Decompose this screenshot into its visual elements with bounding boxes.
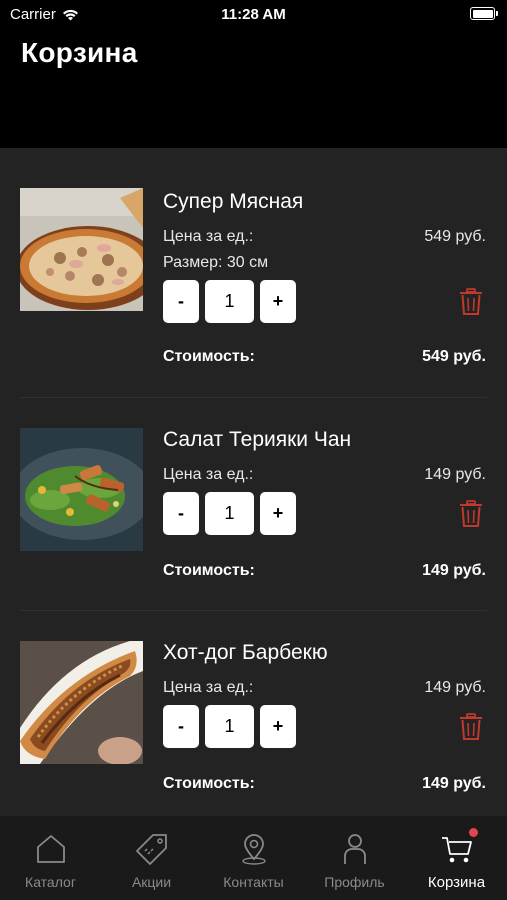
total-value: 549 руб. [422, 348, 486, 365]
tab-label: Акции [131, 874, 172, 890]
cart-list[interactable]: Супер Мясная Цена за ед.: 549 руб. Разме… [0, 148, 507, 816]
unit-price-value: 549 руб. [424, 228, 486, 245]
product-image[interactable] [20, 641, 143, 764]
tab-label: Каталог [25, 874, 76, 890]
delete-item-button[interactable] [459, 288, 483, 316]
total-value: 149 руб. [422, 562, 486, 579]
status-bar: Carrier 11:28 AM [0, 0, 507, 30]
pizza-image [20, 188, 143, 311]
person-icon [338, 832, 372, 866]
tab-promotions[interactable]: Акции [101, 816, 202, 900]
status-time: 11:28 AM [221, 6, 286, 23]
decrease-quantity-button[interactable]: - [163, 492, 199, 535]
delete-item-button[interactable] [459, 500, 483, 528]
decrease-quantity-button[interactable]: - [163, 705, 199, 748]
quantity-value: 1 [205, 280, 254, 323]
decrease-quantity-button[interactable]: - [163, 280, 199, 323]
tab-profile[interactable]: Профиль [304, 816, 405, 900]
increase-quantity-button[interactable]: + [260, 705, 296, 748]
unit-price-value: 149 руб. [424, 466, 486, 483]
home-icon [34, 832, 68, 866]
tab-cart[interactable]: Корзина [406, 816, 507, 900]
quantity-value: 1 [205, 492, 254, 535]
salad-image [20, 428, 143, 551]
total-label: Стоимость: [163, 775, 255, 792]
trash-icon [460, 288, 482, 315]
hotdog-image [20, 641, 143, 764]
tab-catalog[interactable]: Каталог [0, 816, 101, 900]
increase-quantity-button[interactable]: + [260, 280, 296, 323]
battery-icon [470, 7, 498, 20]
cart-item: Хот-дог Барбекю Цена за ед.: 149 руб. - … [0, 611, 507, 816]
size-label: Размер: 30 см [163, 254, 269, 271]
total-label: Стоимость: [163, 562, 255, 579]
trash-icon [460, 713, 482, 740]
product-image[interactable] [20, 428, 143, 551]
header: Корзина [0, 30, 507, 148]
cart-icon [440, 832, 474, 866]
product-name: Супер Мясная [163, 190, 304, 213]
unit-price-value: 149 руб. [424, 679, 486, 696]
page-title: Корзина [21, 37, 138, 68]
total-value: 149 руб. [422, 775, 486, 792]
product-name: Хот-дог Барбекю [163, 641, 328, 664]
unit-price-label: Цена за ед.: [163, 228, 254, 245]
delete-item-button[interactable] [459, 713, 483, 741]
product-image[interactable] [20, 188, 143, 311]
tag-icon [135, 832, 169, 866]
product-name: Салат Терияки Чан [163, 428, 352, 451]
tab-label: Контакты [223, 874, 284, 890]
map-pin-icon [237, 832, 271, 866]
tab-label: Корзина [427, 874, 486, 891]
increase-quantity-button[interactable]: + [260, 492, 296, 535]
cart-item: Салат Терияки Чан Цена за ед.: 149 руб. … [0, 398, 507, 611]
tab-bar: Каталог Акции Контакты Профиль Корзина [0, 816, 507, 900]
cart-badge [469, 828, 478, 837]
tab-label: Профиль [324, 874, 385, 890]
total-label: Стоимость: [163, 348, 255, 365]
unit-price-label: Цена за ед.: [163, 679, 254, 696]
tab-contacts[interactable]: Контакты [203, 816, 304, 900]
quantity-value: 1 [205, 705, 254, 748]
cart-item: Супер Мясная Цена за ед.: 549 руб. Разме… [0, 148, 507, 398]
unit-price-label: Цена за ед.: [163, 466, 254, 483]
trash-icon [460, 500, 482, 527]
